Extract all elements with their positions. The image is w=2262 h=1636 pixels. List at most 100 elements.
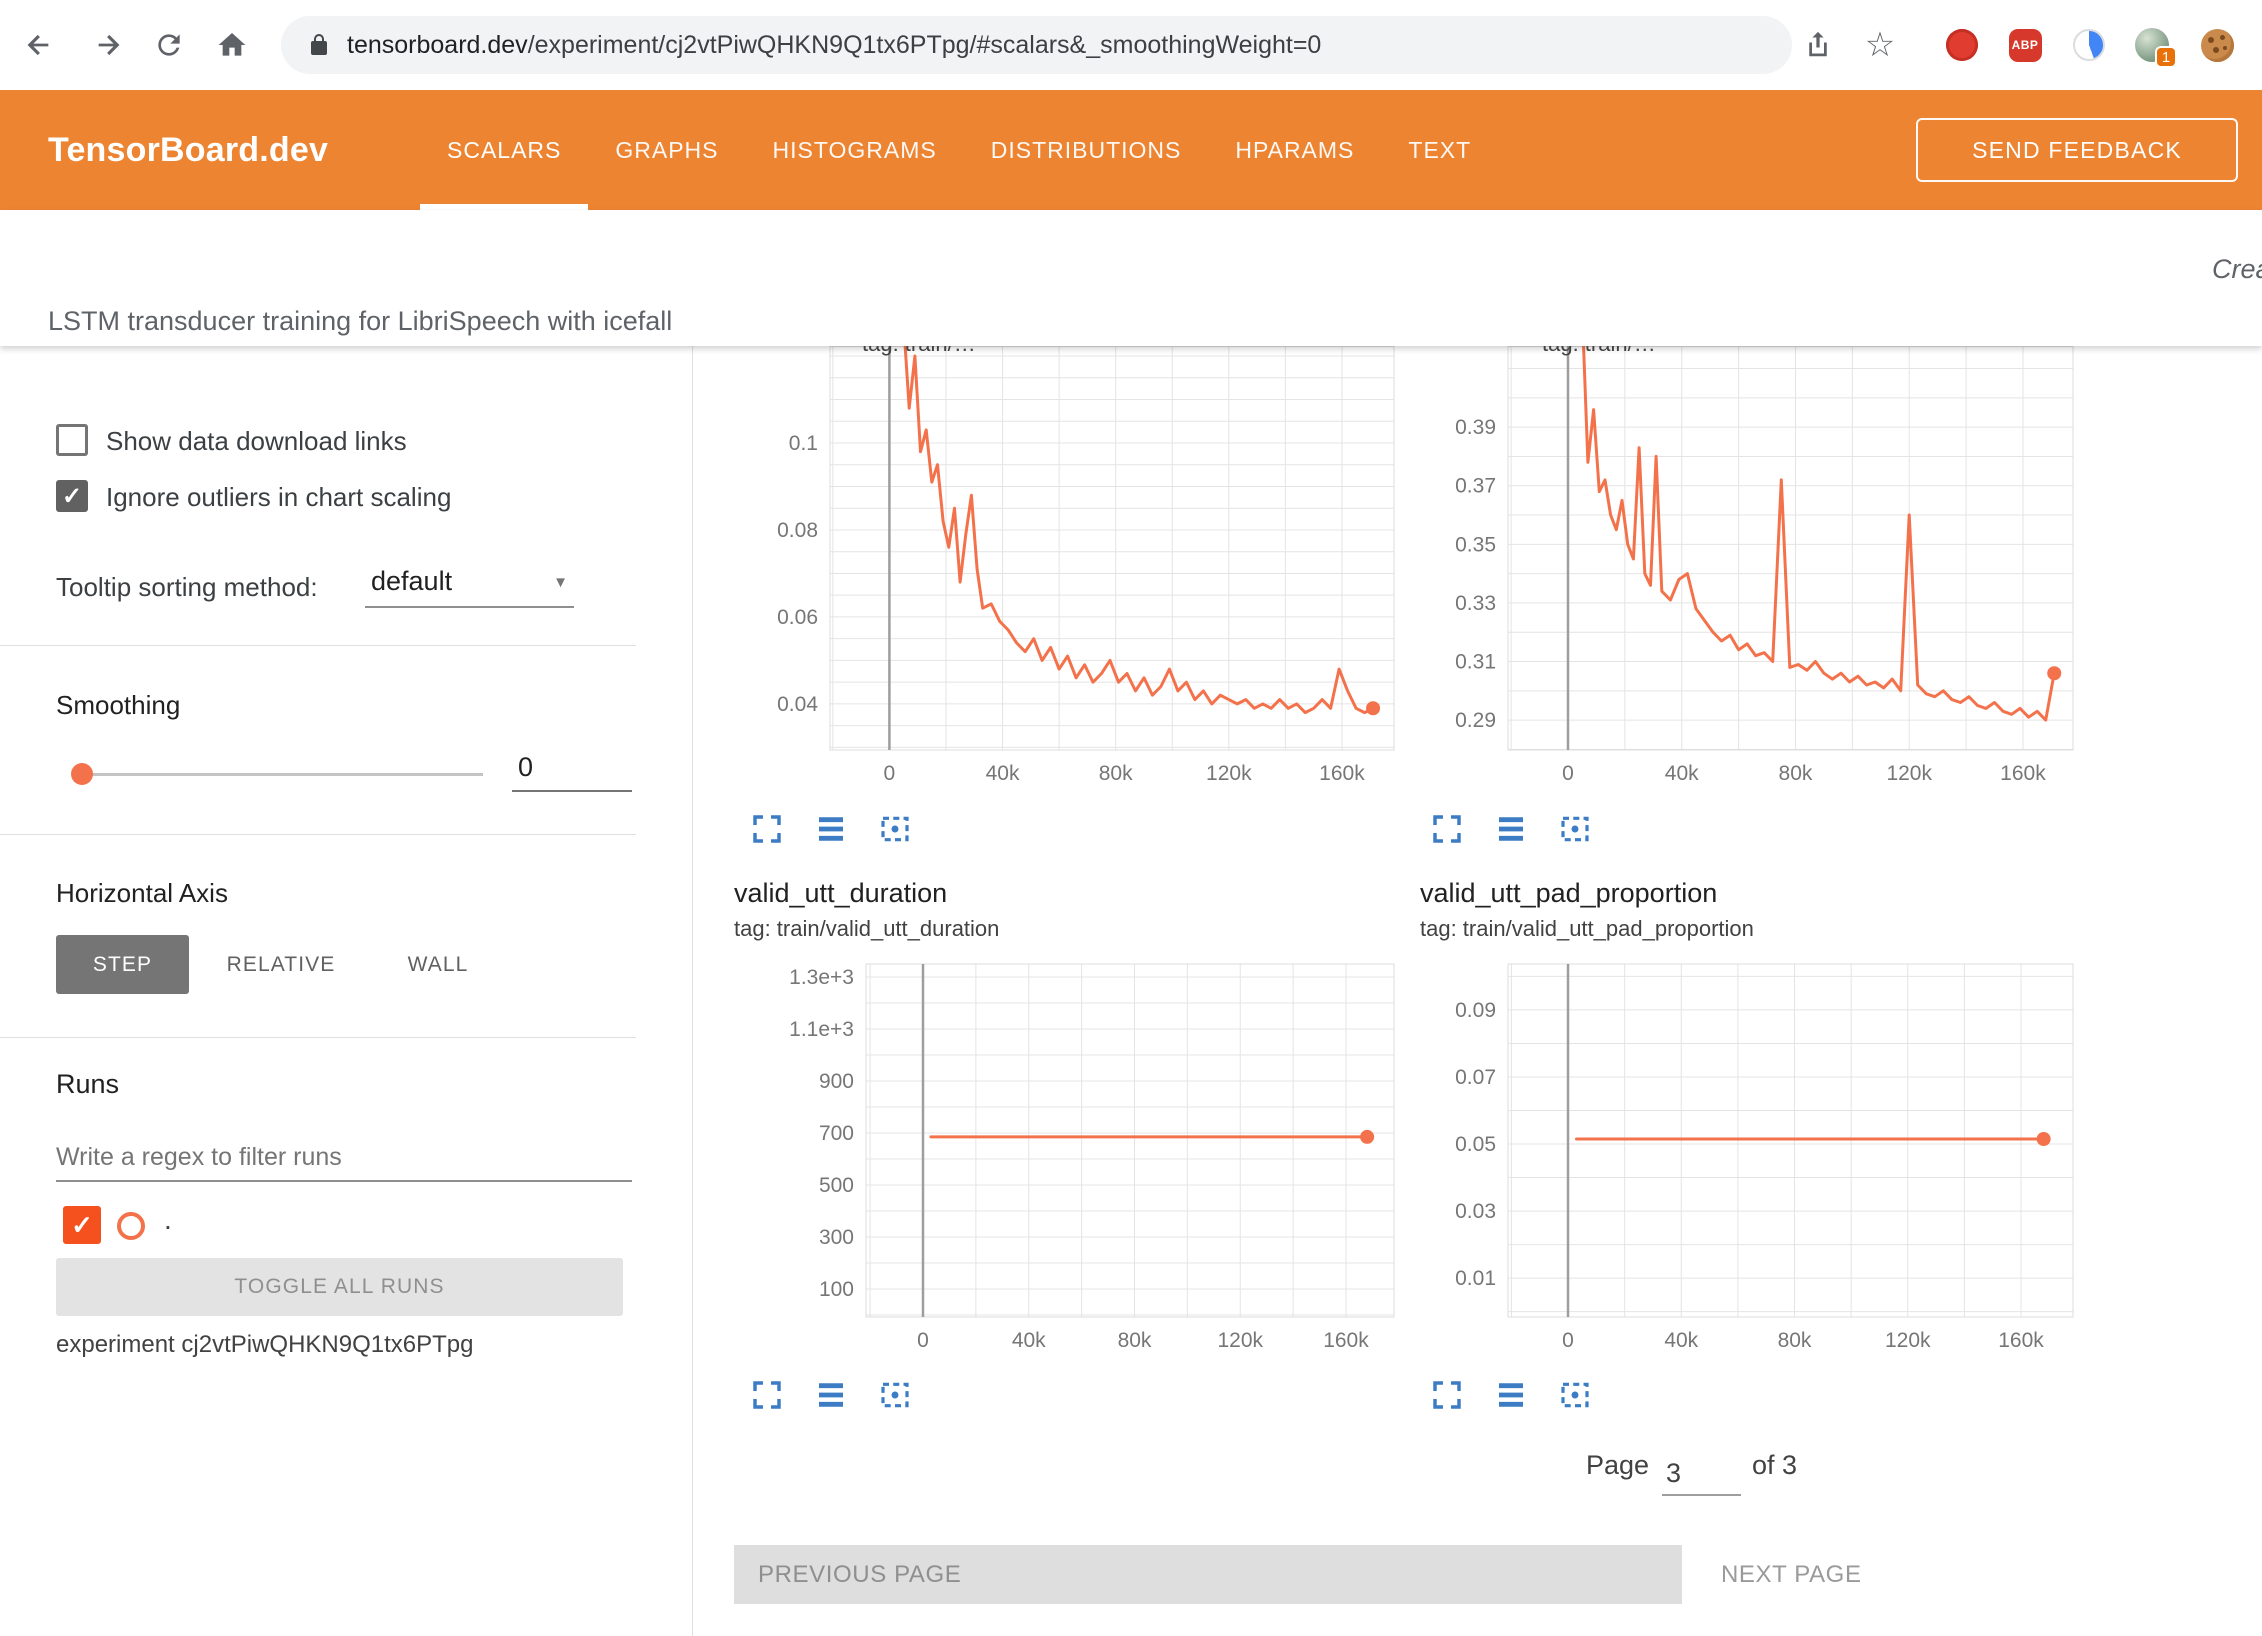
red-shield-icon [1946, 29, 1978, 61]
fit-domain-button[interactable] [1558, 812, 1592, 846]
runs-list-button[interactable] [814, 812, 848, 846]
tab-graphs[interactable]: GRAPHS [588, 90, 745, 210]
smoothing-value-input[interactable]: 0 [512, 746, 632, 792]
profile-avatar-button[interactable]: 1 [2134, 27, 2170, 63]
chart-canvas-valid_utt_duration[interactable]: 1003005007009001.1e+31.3e+3040k80k120k16… [780, 960, 1420, 1365]
created-text-truncated: Crea [2212, 254, 2262, 285]
tab-hparams[interactable]: HPARAMS [1208, 90, 1381, 210]
chart-canvas-valid_utt_pad_proportion[interactable]: 0.010.030.050.070.09040k80k120k160k [1440, 960, 2100, 1365]
back-arrow-icon [23, 29, 55, 61]
svg-text:40k: 40k [1664, 1329, 1698, 1352]
svg-text:40k: 40k [1665, 762, 1699, 785]
smoothing-slider-track[interactable] [79, 773, 483, 776]
experiment-name: experiment cj2vtPiwQHKN9Q1tx6PTpg [56, 1331, 474, 1359]
divider [0, 834, 636, 835]
ignore-outliers-label: Ignore outliers in chart scaling [106, 482, 451, 513]
svg-text:0.1: 0.1 [789, 432, 818, 455]
run-checkbox[interactable]: ✓ [63, 1206, 101, 1244]
experiment-subheader: Crea LSTM transducer training for LibriS… [0, 210, 2262, 346]
fit-frame-icon [879, 813, 911, 845]
fit-frame-icon [1559, 813, 1591, 845]
chart-tag: tag: train/valid_utt_duration [734, 916, 999, 942]
toggle-all-runs-button[interactable]: TOGGLE ALL RUNS [56, 1258, 623, 1316]
tab-scalars[interactable]: SCALARS [420, 90, 588, 210]
svg-text:0.29: 0.29 [1455, 709, 1496, 732]
chart-canvas-train-metric-left[interactable]: 0.040.060.080.1040k80k120k160k [760, 346, 1420, 796]
svg-text:0: 0 [1562, 1329, 1574, 1352]
tab-histograms[interactable]: HISTOGRAMS [746, 90, 964, 210]
chart-tag: tag: train/valid_utt_pad_proportion [1420, 916, 1754, 942]
smoothing-label: Smoothing [56, 690, 180, 721]
cookie-extension-button[interactable] [2199, 27, 2235, 63]
fullscreen-button[interactable] [1430, 1378, 1464, 1412]
svg-text:0.03: 0.03 [1455, 1200, 1496, 1223]
svg-text:0.06: 0.06 [777, 606, 818, 629]
chart-canvas-train-metric-right[interactable]: 0.290.310.330.350.370.39040k80k120k160k [1440, 346, 2100, 796]
smoothing-slider-thumb[interactable] [71, 763, 93, 785]
svg-text:0.05: 0.05 [1455, 1133, 1496, 1156]
blocker-extension-button[interactable] [1944, 27, 1980, 63]
address-bar[interactable]: tensorboard.dev/experiment/cj2vtPiwQHKN9… [281, 16, 1792, 74]
svg-text:0.37: 0.37 [1455, 475, 1496, 498]
fullscreen-button[interactable] [750, 812, 784, 846]
page-of-label: of 3 [1752, 1450, 1797, 1481]
chart-title: valid_utt_pad_proportion [1420, 878, 1717, 909]
tensorboard-header: TensorBoard.dev SCALARS GRAPHS HISTOGRAM… [0, 90, 2262, 210]
bookmark-star-button[interactable]: ☆ [1862, 27, 1898, 63]
expand-icon [751, 813, 783, 845]
expand-icon [1431, 1379, 1463, 1411]
svg-text:0.31: 0.31 [1455, 651, 1496, 674]
previous-page-button[interactable]: PREVIOUS PAGE [734, 1545, 1682, 1604]
fit-domain-button[interactable] [878, 1378, 912, 1412]
axis-wall-button[interactable]: WALL [390, 935, 486, 994]
axis-relative-button[interactable]: RELATIVE [211, 935, 351, 994]
next-page-button[interactable]: NEXT PAGE [1705, 1545, 1878, 1604]
tooltip-sort-dropdown[interactable]: default ▼ [365, 558, 574, 608]
check-icon: ✓ [62, 482, 82, 511]
runs-list-button[interactable] [1494, 812, 1528, 846]
fit-domain-button[interactable] [1558, 1378, 1592, 1412]
share-button[interactable] [1800, 27, 1836, 63]
divider [0, 645, 636, 646]
tab-distributions[interactable]: DISTRIBUTIONS [964, 90, 1209, 210]
ignore-outliers-checkbox[interactable]: ✓ [56, 480, 88, 512]
home-button[interactable] [214, 27, 250, 63]
nav-tabs: SCALARS GRAPHS HISTOGRAMS DISTRIBUTIONS … [420, 90, 1498, 210]
horizontal-axis-label: Horizontal Axis [56, 878, 228, 909]
lock-icon [307, 33, 331, 57]
run-name-label: . [164, 1204, 172, 1236]
svg-text:0: 0 [917, 1329, 929, 1352]
lines-icon [815, 1379, 847, 1411]
svg-text:900: 900 [819, 1070, 854, 1093]
fit-frame-icon [879, 1379, 911, 1411]
forward-button[interactable] [90, 27, 126, 63]
axis-step-button[interactable]: STEP [56, 935, 189, 994]
svg-text:80k: 80k [1118, 1329, 1152, 1352]
fullscreen-button[interactable] [1430, 812, 1464, 846]
tab-text[interactable]: TEXT [1381, 90, 1498, 210]
fit-domain-button[interactable] [878, 812, 912, 846]
chart-toolbar [1430, 812, 1592, 846]
send-feedback-button[interactable]: SEND FEEDBACK [1916, 118, 2238, 182]
reload-button[interactable] [151, 27, 187, 63]
runs-filter-input[interactable] [56, 1134, 632, 1182]
back-button[interactable] [21, 27, 57, 63]
show-download-checkbox[interactable] [56, 424, 88, 456]
page-number-input[interactable] [1662, 1452, 1741, 1496]
runs-list-button[interactable] [1494, 1378, 1528, 1412]
svg-text:500: 500 [819, 1174, 854, 1197]
share-icon [1803, 30, 1833, 60]
abp-extension-button[interactable]: ABP [2007, 27, 2043, 63]
tooltip-sort-value: default [371, 566, 452, 597]
reload-icon [153, 29, 185, 61]
fullscreen-button[interactable] [750, 1378, 784, 1412]
clipped-chart-tag: tag: train/… [862, 346, 1142, 357]
fit-frame-icon [1559, 1379, 1591, 1411]
svg-text:160k: 160k [1319, 762, 1365, 785]
runs-section-label: Runs [56, 1069, 119, 1100]
runs-list-button[interactable] [814, 1378, 848, 1412]
star-icon: ☆ [1865, 27, 1895, 63]
svg-text:120k: 120k [1886, 762, 1932, 785]
svg-text:80k: 80k [1779, 762, 1813, 785]
pie-extension-button[interactable] [2071, 27, 2107, 63]
